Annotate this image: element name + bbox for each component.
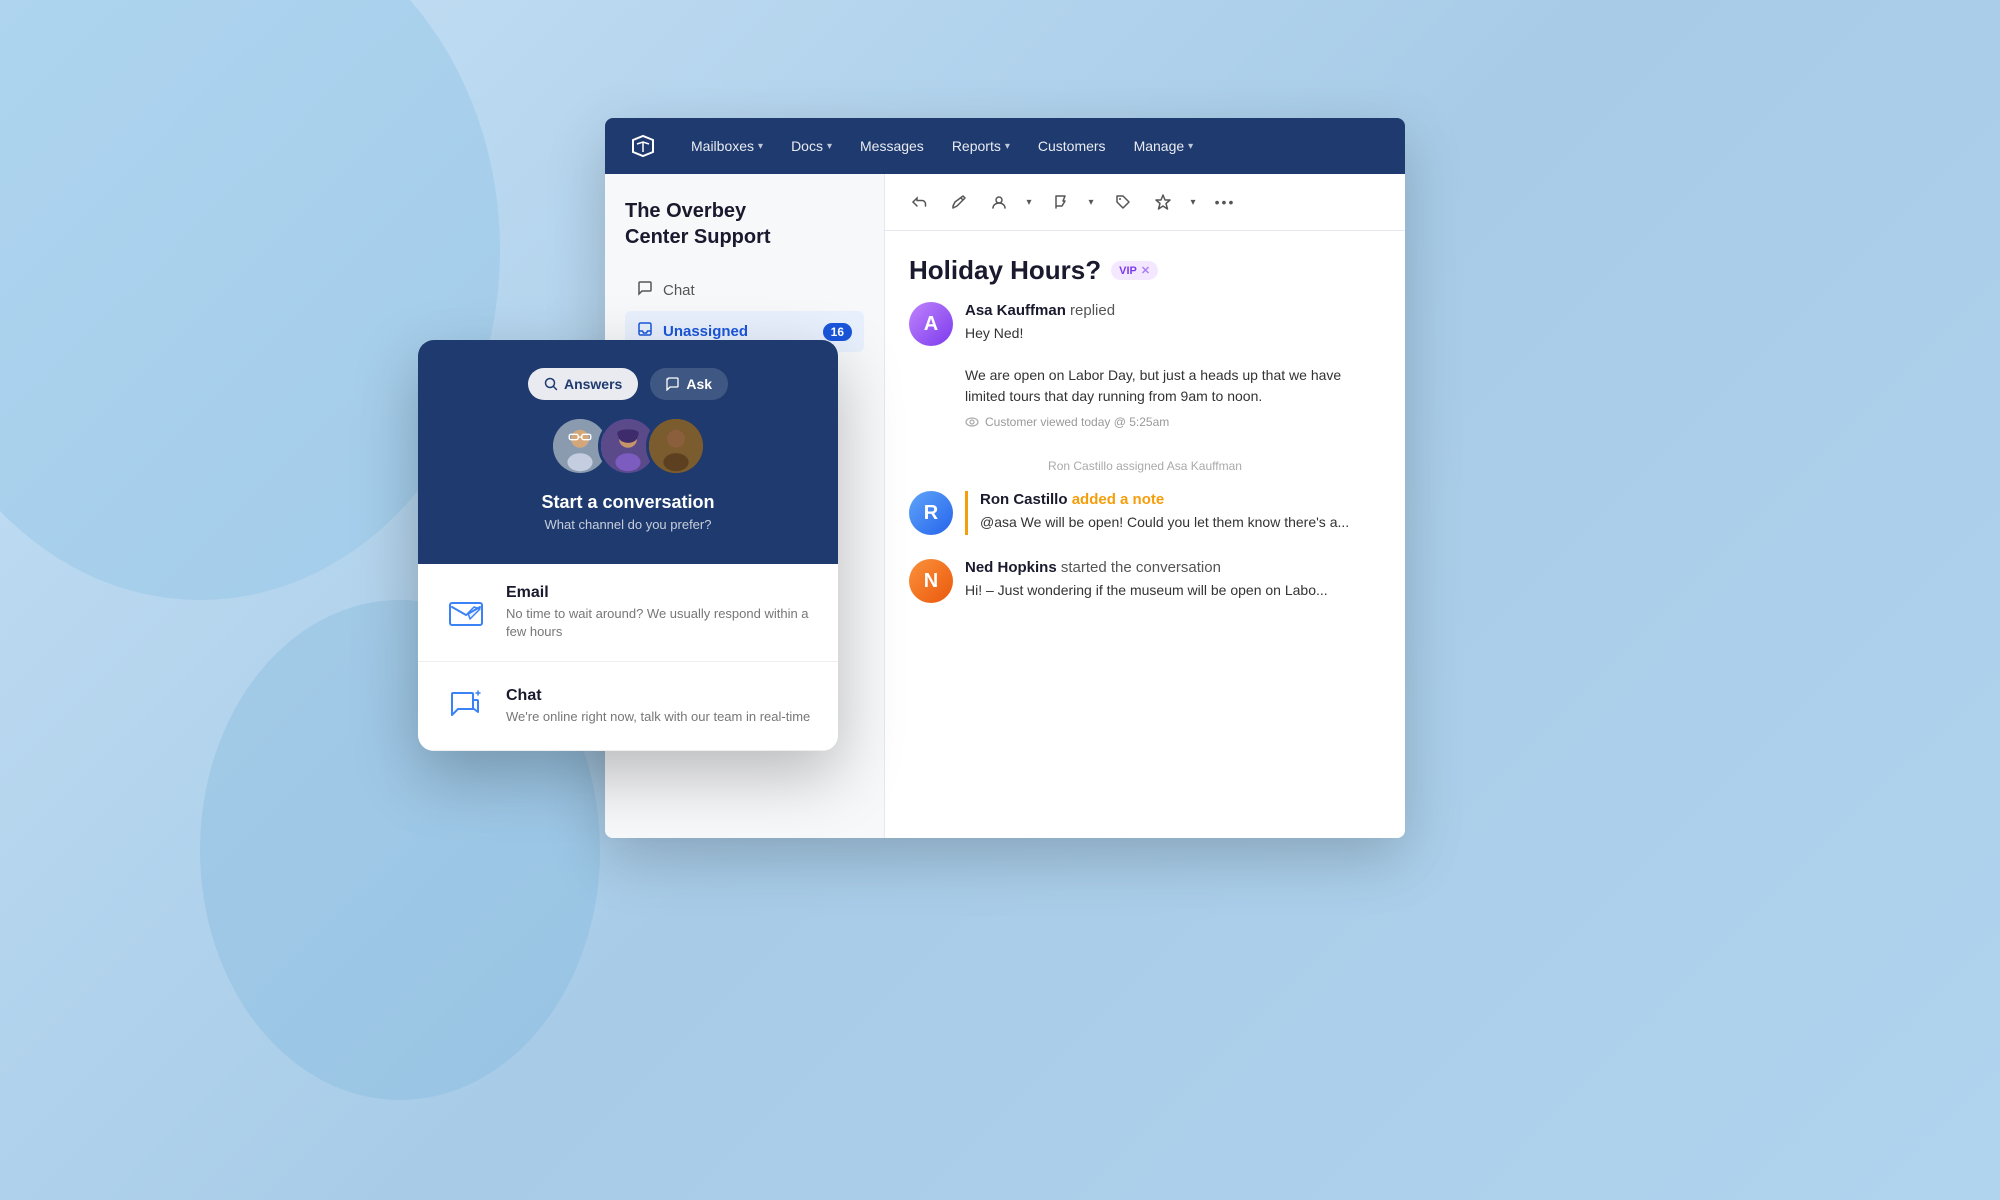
action-ron: added a note xyxy=(1072,491,1165,508)
status-group: ▾ xyxy=(1043,184,1101,220)
manage-chevron: ▾ xyxy=(1188,141,1193,152)
chat-channel-desc: We're online right now, talk with our te… xyxy=(506,708,814,726)
tag-button[interactable] xyxy=(1105,184,1141,220)
avatar-ned: N xyxy=(909,559,953,603)
viewed-text: Customer viewed today @ 5:25am xyxy=(985,415,1169,429)
docs-chevron: ▾ xyxy=(827,141,832,152)
nav-customers[interactable]: Customers xyxy=(1024,130,1120,162)
automation-button[interactable] xyxy=(1145,184,1181,220)
inbox-icon xyxy=(637,321,653,342)
system-text: Ron Castillo assigned Asa Kauffman xyxy=(1048,459,1242,473)
nav-mailboxes[interactable]: Mailboxes ▾ xyxy=(677,130,777,162)
avatar-ron: R xyxy=(909,491,953,535)
avatar-asa: A xyxy=(909,302,953,346)
sidebar-title: The OverbeyCenter Support xyxy=(625,198,864,250)
widget-cta-subtitle: What channel do you prefer? xyxy=(541,517,714,532)
reply-button[interactable] xyxy=(901,184,937,220)
widget-avatar-3 xyxy=(646,416,706,476)
unassigned-badge: 16 xyxy=(823,323,852,341)
title-text: Holiday Hours? xyxy=(909,255,1101,286)
flag-button[interactable] xyxy=(1043,184,1079,220)
message-asa: A Asa Kauffman replied Hey Ned! We are o… xyxy=(909,302,1381,429)
widget-avatars xyxy=(550,416,706,476)
widget-body: Email No time to wait around? We usually… xyxy=(418,564,838,751)
nav-bar: Mailboxes ▾ Docs ▾ Messages Reports ▾ Cu… xyxy=(605,118,1405,174)
message-body-asa: Asa Kauffman replied Hey Ned! We are ope… xyxy=(965,302,1381,429)
more-button[interactable]: ••• xyxy=(1207,184,1243,220)
message-meta-asa: Customer viewed today @ 5:25am xyxy=(965,415,1381,429)
conversation-title: Holiday Hours? VIP ✕ xyxy=(909,255,1381,286)
widget-nav: Answers Ask xyxy=(528,368,728,400)
answers-label: Answers xyxy=(564,376,622,392)
message-text-asa: Hey Ned! We are open on Labor Day, but j… xyxy=(965,323,1381,407)
edit-button[interactable] xyxy=(941,184,977,220)
eye-icon xyxy=(965,415,979,429)
author-ron: Ron Castillo xyxy=(980,491,1068,508)
conversation-content: Holiday Hours? VIP ✕ A Asa Kauffman rep xyxy=(885,231,1405,838)
chat-channel-icon xyxy=(442,682,490,730)
widget-answers-btn[interactable]: Answers xyxy=(528,368,638,400)
widget-channel-chat[interactable]: Chat We're online right now, talk with o… xyxy=(418,662,838,751)
conversation-toolbar: ▾ ▾ xyxy=(885,174,1405,231)
assign-group: ▾ xyxy=(981,184,1039,220)
mailboxes-chevron: ▾ xyxy=(758,141,763,152)
message-text-ron: @asa We will be open! Could you let them… xyxy=(980,512,1381,533)
message-header-ron: Ron Castillo added a note xyxy=(980,491,1381,508)
reports-chevron: ▾ xyxy=(1005,141,1010,152)
chat-widget: Answers Ask xyxy=(418,340,838,751)
vip-badge: VIP ✕ xyxy=(1111,261,1158,280)
author-ned: Ned Hopkins xyxy=(965,559,1057,576)
assign-dropdown[interactable]: ▾ xyxy=(1019,184,1039,220)
nav-reports[interactable]: Reports ▾ xyxy=(938,130,1024,162)
email-channel-desc: No time to wait around? We usually respo… xyxy=(506,605,814,641)
widget-ask-btn[interactable]: Ask xyxy=(650,368,728,400)
chat-label: Chat xyxy=(663,282,695,299)
email-channel-icon xyxy=(442,589,490,637)
sidebar-item-chat[interactable]: Chat xyxy=(625,270,864,311)
email-channel-name: Email xyxy=(506,584,814,602)
system-message-assign: Ron Castillo assigned Asa Kauffman xyxy=(909,453,1381,479)
app-logo[interactable] xyxy=(625,128,661,164)
vip-close-icon[interactable]: ✕ xyxy=(1141,264,1150,277)
widget-header: Answers Ask xyxy=(418,340,838,564)
automation-dropdown[interactable]: ▾ xyxy=(1183,184,1203,220)
nav-docs[interactable]: Docs ▾ xyxy=(777,130,846,162)
unassigned-label: Unassigned xyxy=(663,323,748,340)
email-channel-info: Email No time to wait around? We usually… xyxy=(506,584,814,641)
widget-channel-email[interactable]: Email No time to wait around? We usually… xyxy=(418,564,838,662)
message-body-ron: Ron Castillo added a note @asa We will b… xyxy=(965,491,1381,535)
action-asa: replied xyxy=(1070,302,1115,319)
nav-manage[interactable]: Manage ▾ xyxy=(1120,130,1208,162)
author-asa: Asa Kauffman xyxy=(965,302,1066,319)
conversation-panel: ▾ ▾ xyxy=(885,174,1405,838)
message-header-ned: Ned Hopkins started the conversation xyxy=(965,559,1381,576)
widget-cta-title: Start a conversation xyxy=(541,492,714,513)
chat-channel-info: Chat We're online right now, talk with o… xyxy=(506,687,814,726)
assign-button[interactable] xyxy=(981,184,1017,220)
ask-label: Ask xyxy=(686,376,712,392)
message-ron: R Ron Castillo added a note @asa We will… xyxy=(909,491,1381,535)
search-icon xyxy=(544,377,558,391)
action-group: ▾ xyxy=(1145,184,1203,220)
message-text-ned: Hi! – Just wondering if the museum will … xyxy=(965,580,1381,601)
message-body-ned: Ned Hopkins started the conversation Hi!… xyxy=(965,559,1381,603)
flag-dropdown[interactable]: ▾ xyxy=(1081,184,1101,220)
nav-messages[interactable]: Messages xyxy=(846,130,938,162)
action-ned: started the conversation xyxy=(1061,559,1221,576)
widget-cta: Start a conversation What channel do you… xyxy=(541,492,714,532)
vip-text: VIP xyxy=(1119,265,1137,277)
message-ned: N Ned Hopkins started the conversation H… xyxy=(909,559,1381,603)
chat-icon xyxy=(637,280,653,301)
chat-channel-name: Chat xyxy=(506,687,814,705)
chat-bubble-icon xyxy=(666,377,680,391)
message-header-asa: Asa Kauffman replied xyxy=(965,302,1381,319)
